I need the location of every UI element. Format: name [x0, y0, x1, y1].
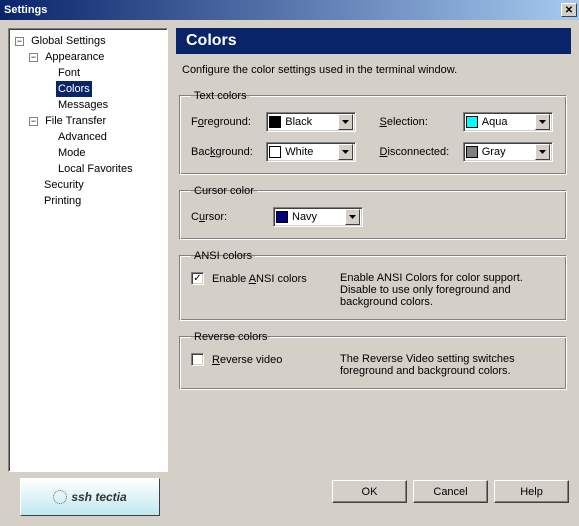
tree-item-advanced[interactable]: Advanced	[56, 129, 109, 145]
tree-item-security[interactable]: Security	[42, 177, 86, 193]
reverse-legend: Reverse colors	[191, 331, 270, 343]
chevron-down-icon	[338, 114, 353, 130]
background-select[interactable]: White	[266, 142, 356, 162]
settings-tree: − Global Settings − Appearance Font Colo…	[8, 28, 168, 472]
tree-item-messages[interactable]: Messages	[56, 97, 110, 113]
text-colors-group: Text colors Foreground: Black Selection:…	[180, 90, 567, 175]
foreground-value: Black	[285, 116, 334, 128]
tree-collapse-icon[interactable]: −	[15, 37, 24, 46]
color-swatch	[466, 116, 478, 128]
close-button[interactable]: ✕	[561, 3, 577, 17]
color-swatch	[466, 146, 478, 158]
disconnected-value: Gray	[482, 146, 531, 158]
disconnected-select[interactable]: Gray	[463, 142, 553, 162]
cursor-select[interactable]: Navy	[273, 207, 363, 227]
chevron-down-icon	[345, 209, 360, 225]
cancel-button[interactable]: Cancel	[413, 480, 488, 503]
enable-ansi-checkbox[interactable]: ✓	[191, 272, 204, 285]
foreground-select[interactable]: Black	[266, 112, 356, 132]
selection-value: Aqua	[482, 116, 531, 128]
tree-item-colors[interactable]: Colors	[56, 81, 92, 97]
ansi-colors-group: ANSI colors ✓ Enable ANSI colors Enable …	[180, 250, 567, 321]
selection-select[interactable]: Aqua	[463, 112, 553, 132]
color-swatch	[269, 146, 281, 158]
disconnected-label: Disconnected:	[380, 146, 460, 158]
titlebar: Settings ✕	[0, 0, 579, 20]
color-swatch	[276, 211, 288, 223]
tree-item-file-transfer[interactable]: File Transfer	[43, 113, 108, 129]
text-colors-legend: Text colors	[191, 90, 250, 102]
logo-icon	[53, 490, 67, 504]
reverse-video-checkbox[interactable]	[191, 353, 204, 366]
enable-ansi-label: Enable ANSI colors	[212, 272, 332, 285]
reverse-description: The Reverse Video setting switches foreg…	[340, 353, 556, 377]
ok-button[interactable]: OK	[332, 480, 407, 503]
chevron-down-icon	[535, 144, 550, 160]
cursor-color-group: Cursor color Cursor: Navy	[180, 185, 567, 240]
tree-item-mode[interactable]: Mode	[56, 145, 88, 161]
close-icon: ✕	[565, 5, 573, 16]
tree-item-appearance[interactable]: Appearance	[43, 49, 106, 65]
cursor-legend: Cursor color	[191, 185, 257, 197]
page-description: Configure the color settings used in the…	[182, 64, 565, 76]
chevron-down-icon	[535, 114, 550, 130]
selection-label: Selection:	[380, 116, 460, 128]
reverse-colors-group: Reverse colors Reverse video The Reverse…	[180, 331, 567, 390]
cursor-label: Cursor:	[191, 211, 263, 223]
background-value: White	[285, 146, 334, 158]
check-icon: ✓	[193, 273, 201, 284]
tree-item-global-settings[interactable]: Global Settings	[29, 33, 108, 49]
ansi-legend: ANSI colors	[191, 250, 255, 262]
tree-collapse-icon[interactable]: −	[29, 53, 38, 62]
background-label: Background:	[191, 146, 263, 158]
content-pane: Colors Configure the color settings used…	[176, 28, 571, 472]
reverse-video-label: Reverse video	[212, 353, 332, 366]
chevron-down-icon	[338, 144, 353, 160]
window-title: Settings	[4, 4, 561, 16]
tree-item-local-favorites[interactable]: Local Favorites	[56, 161, 135, 177]
page-title: Colors	[176, 28, 571, 54]
tree-collapse-icon[interactable]: −	[29, 117, 38, 126]
ansi-description: Enable ANSI Colors for color support. Di…	[340, 272, 556, 308]
foreground-label: Foreground:	[191, 116, 263, 128]
cursor-value: Navy	[292, 211, 341, 223]
help-button[interactable]: Help	[494, 480, 569, 503]
logo-text: ssh tectia	[71, 490, 126, 504]
tree-item-font[interactable]: Font	[56, 65, 82, 81]
logo: ssh tectia	[20, 478, 160, 516]
tree-item-printing[interactable]: Printing	[42, 193, 83, 209]
color-swatch	[269, 116, 281, 128]
